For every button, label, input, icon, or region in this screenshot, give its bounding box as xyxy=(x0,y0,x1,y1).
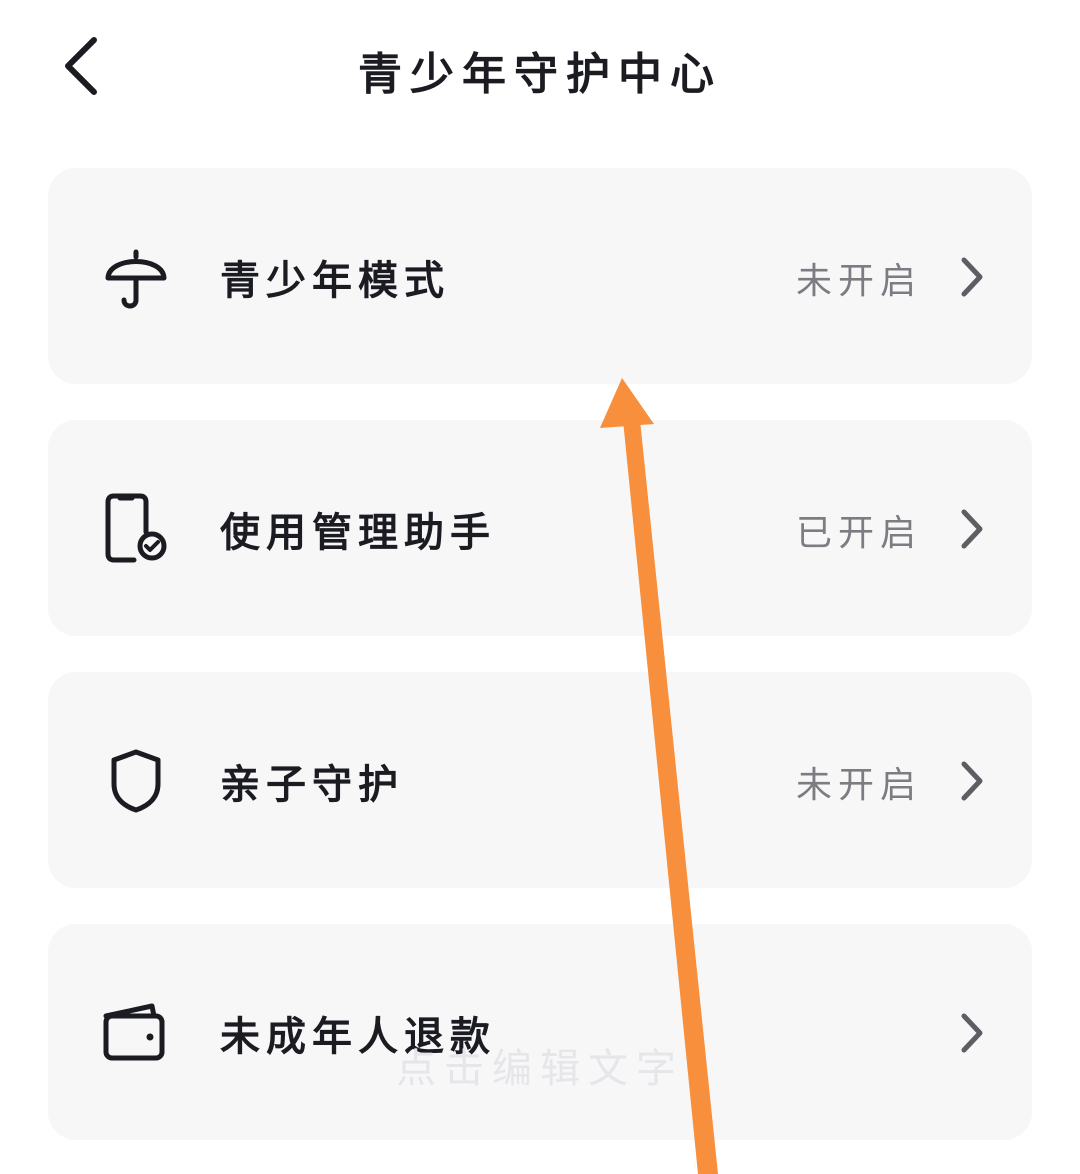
umbrella-icon xyxy=(105,249,167,309)
menu-item-label: 使用管理助手 xyxy=(220,510,496,556)
menu-item-teen-mode[interactable]: 青少年模式 未开启 xyxy=(48,168,1032,384)
menu-item-parental-guard[interactable]: 亲子守护 未开启 xyxy=(48,672,1032,888)
status-text: 未开启 xyxy=(795,261,922,302)
wallet-icon xyxy=(103,1003,165,1061)
menu-item-usage-assistant[interactable]: 使用管理助手 已开启 xyxy=(48,420,1032,636)
chevron-right-icon xyxy=(961,257,983,297)
chevron-right-icon xyxy=(961,761,983,801)
watermark-text: 点击编辑文字 xyxy=(396,1046,684,1092)
phone-check-icon xyxy=(105,493,167,563)
menu-item-label: 亲子守护 xyxy=(220,762,404,808)
status-text: 已开启 xyxy=(795,513,922,554)
chevron-right-icon xyxy=(961,509,983,549)
menu-item-minor-refund[interactable]: 未成年人退款 xyxy=(48,924,1032,1140)
header-bar: 青少年守护中心 xyxy=(0,0,1080,130)
status-text: 未开启 xyxy=(795,765,922,806)
page-title: 青少年守护中心 xyxy=(358,49,722,100)
menu-item-label: 青少年模式 xyxy=(220,258,450,304)
chevron-right-icon xyxy=(961,1013,983,1053)
shield-icon xyxy=(111,749,161,813)
